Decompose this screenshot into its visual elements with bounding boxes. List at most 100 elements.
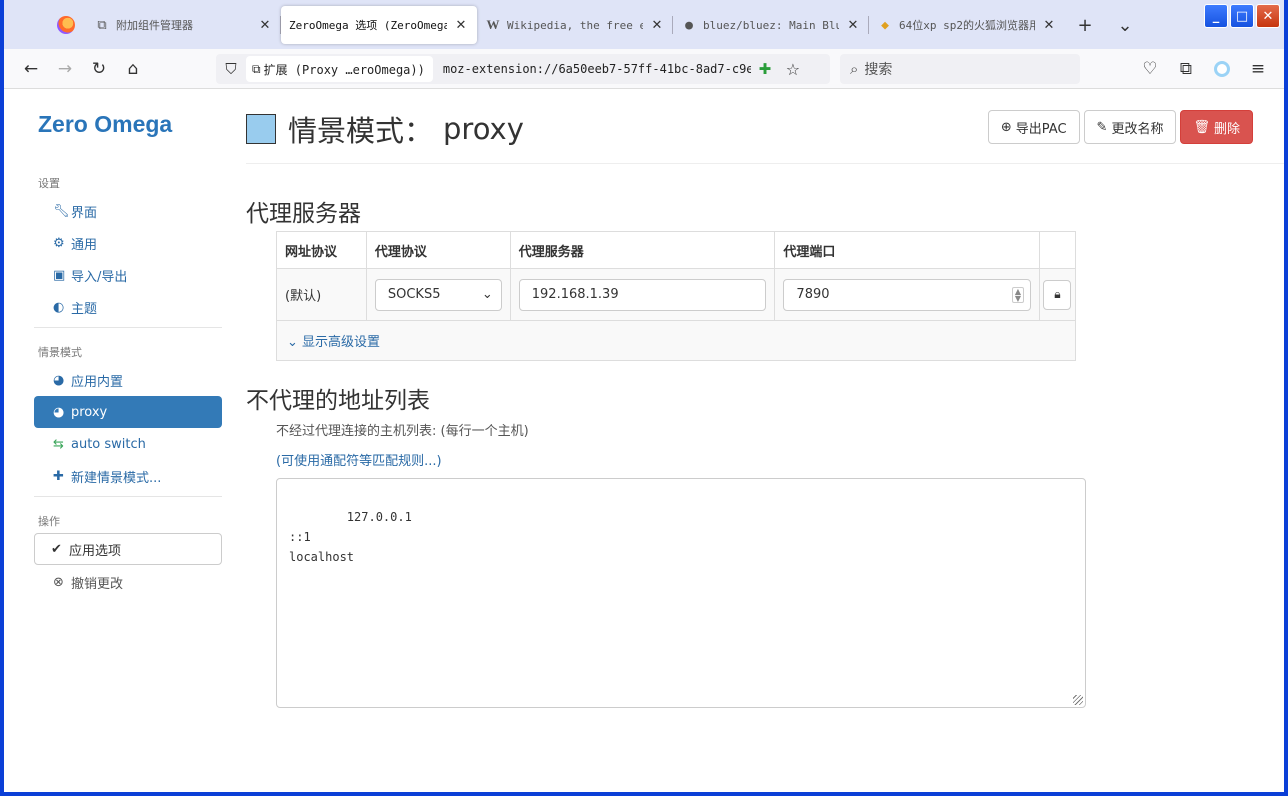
tab-title: ZeroOmega 选项 (ZeroOmega) (289, 19, 447, 32)
export-pac-label: 导出PAC (1015, 121, 1067, 137)
bypass-list-textarea[interactable]: 127.0.0.1 ::1 localhost (276, 478, 1086, 708)
protocol-cell: SOCKS5 ⌄ (365, 268, 511, 321)
table-header-row: 网址协议 代理协议 代理服务器 代理端口 (276, 231, 1077, 269)
apply-options-button[interactable]: ✔ 应用选项 (34, 533, 222, 565)
port-stepper-icon[interactable]: ▲ ▼ (1011, 286, 1024, 303)
hamburger-menu-icon[interactable]: ≡ (1240, 54, 1276, 84)
lock-icon[interactable]: 🔒︎ (1043, 279, 1072, 310)
header-divider (246, 163, 1284, 164)
brand-title[interactable]: Zero Omega (38, 111, 222, 147)
url-bar[interactable]: ⛉ ⧉ 扩展 (Proxy …eroOmega)) moz-extension:/… (216, 54, 830, 84)
server-input-value: 192.168.1.39 (531, 287, 619, 302)
tab-close-icon[interactable]: ✕ (257, 18, 273, 33)
url-text[interactable]: moz-extension://6a50eeb7-57ff-41bc-8ad7-… (443, 62, 751, 76)
navigation-bar: ← → ↻ ⌂ ⛉ ⧉ 扩展 (Proxy …eroOmega)) moz-ext… (4, 49, 1284, 89)
server-input[interactable]: 192.168.1.39 (518, 278, 767, 311)
pocket-icon[interactable]: ♡ (1132, 54, 1168, 84)
column-header: 代理服务器 (509, 231, 776, 269)
bypass-hint: 不经过代理连接的主机列表: (每行一个主机) (276, 424, 529, 439)
column-header: 代理协议 (365, 231, 511, 269)
sidebar-item-builtin[interactable]: ◕ 应用内置 (34, 364, 222, 396)
sidebar-item-proxy[interactable]: ◕ proxy (34, 396, 222, 428)
firefox-logo-icon (57, 15, 75, 34)
nav-divider (34, 496, 222, 497)
toolbar-right: ♡ ⧉ ≡ (1132, 54, 1276, 84)
sidebar-item-new-profile[interactable]: ✚ 新建情景模式... (34, 460, 222, 492)
tab-zeroomega-options[interactable]: ZeroOmega 选项 (ZeroOmega) ✕ (281, 6, 477, 44)
nav-header-profiles: 情景模式 (38, 346, 82, 359)
sidebar-item-label: 界面 (71, 205, 98, 221)
discard-changes-label: 撤销更改 (71, 576, 124, 592)
tab-close-icon[interactable]: ✕ (845, 18, 861, 33)
download-icon: ⊕ (1000, 119, 1012, 135)
close-window-icon[interactable]: ✕ (1256, 4, 1280, 28)
tab-github[interactable]: ● bluez/bluez: Main BlueZ ✕ (673, 6, 869, 44)
sidebar-item-theme[interactable]: ◐ 主题 (34, 291, 222, 323)
table-row: (默认) SOCKS5 ⌄ 192.168.1.39 7890 ▲ ▼ 🔒︎ (276, 268, 1077, 321)
advanced-cell: ⌄ 显示高级设置 (276, 320, 1076, 361)
gear-icon: ⚙ (53, 235, 65, 251)
back-arrow-icon[interactable]: ← (14, 54, 48, 84)
check-circle-icon: ✔ (51, 541, 62, 557)
sidebar-item-label: auto switch (71, 436, 146, 452)
port-input-value: 7890 (796, 287, 830, 302)
apply-options-label: 应用选项 (69, 543, 122, 559)
resize-grip-icon[interactable] (1073, 695, 1083, 705)
tab-fox-article[interactable]: ◆ 64位xp sp2的火狐浏览器用 ✕ (869, 6, 1065, 44)
tab-close-icon[interactable]: ✕ (453, 18, 469, 33)
extension-puzzle-icon[interactable]: ✚ (751, 60, 779, 78)
extensions-icon[interactable]: ⧉ (1168, 54, 1204, 84)
profile-color-swatch[interactable] (246, 114, 276, 144)
puzzle-icon: ⧉ (97, 17, 107, 33)
tab-title: 附加组件管理器 (116, 19, 193, 32)
search-placeholder: 搜索 (864, 62, 893, 78)
sidebar-item-general[interactable]: ⚙ 通用 (34, 227, 222, 259)
minimize-icon[interactable]: _ (1204, 4, 1228, 28)
tab-wikipedia[interactable]: W Wikipedia, the free enc ✕ (477, 6, 673, 44)
tab-close-icon[interactable]: ✕ (649, 18, 665, 33)
sidebar-item-label: 通用 (71, 237, 98, 253)
bypass-list-text: 127.0.0.1 ::1 localhost (289, 510, 412, 564)
browser-window: ⧉ 附加组件管理器 ✕ ZeroOmega 选项 (ZeroOmega) ✕ W… (0, 0, 1288, 796)
sidebar-item-label: 导入/导出 (71, 269, 128, 285)
zeroomega-ring-icon[interactable] (1204, 54, 1240, 84)
chevron-down-icon[interactable]: ⌄ (1105, 6, 1145, 44)
tab-addons[interactable]: ⧉ 附加组件管理器 ✕ (86, 6, 281, 44)
show-advanced-link[interactable]: ⌄ 显示高级设置 (287, 335, 380, 350)
bookmark-star-icon[interactable]: ☆ (779, 60, 807, 79)
sidebar-item-import-export[interactable]: ▣ 导入/导出 (34, 259, 222, 291)
extension-identity-chip[interactable]: ⧉ 扩展 (Proxy …eroOmega)) (246, 56, 433, 82)
protocol-select-value: SOCKS5 (387, 287, 441, 302)
show-advanced-label: 显示高级设置 (302, 335, 381, 350)
column-header-empty (1038, 231, 1077, 269)
forward-arrow-icon[interactable]: → (48, 54, 82, 84)
firefox-menu[interactable] (46, 0, 86, 49)
nav-header-settings: 设置 (38, 177, 60, 190)
wildcard-rules-link[interactable]: (可使用通配符等匹配规则...) (276, 450, 442, 469)
bypass-list-heading: 不代理的地址列表 (246, 388, 430, 414)
github-icon: ● (685, 17, 693, 33)
contrast-icon: ◐ (53, 299, 65, 315)
tab-title: 64位xp sp2的火狐浏览器用 (899, 19, 1035, 32)
nav-header-actions: 操作 (38, 515, 60, 528)
search-icon: ⌕ (850, 60, 859, 78)
delete-label: 删除 (1213, 121, 1240, 137)
home-icon[interactable]: ⌂ (116, 54, 150, 84)
delete-button[interactable]: 🗑︎ 删除 (1180, 110, 1253, 144)
new-tab-plus-icon[interactable]: + (1065, 6, 1105, 44)
reload-icon[interactable]: ↻ (82, 54, 116, 84)
tab-close-icon[interactable]: ✕ (1041, 18, 1057, 33)
export-pac-button[interactable]: ⊕ 导出PAC (987, 110, 1080, 144)
maximize-icon[interactable]: □ (1230, 4, 1254, 28)
discard-changes-button[interactable]: ⊗ 撤销更改 (34, 566, 222, 598)
search-bar[interactable]: ⌕ 搜索 (840, 54, 1080, 84)
port-input[interactable]: 7890 ▲ ▼ (783, 278, 1031, 311)
floppy-icon: ▣ (53, 267, 66, 283)
rename-button[interactable]: ✎ 更改名称 (1083, 110, 1177, 144)
sidebar-item-auto-switch[interactable]: ⇆ auto switch (34, 428, 222, 460)
sidebar-item-interface[interactable]: 🔧︎ 界面 (34, 195, 222, 227)
protocol-select[interactable]: SOCKS5 ⌄ (374, 278, 502, 311)
chevron-down-icon: ⌄ (287, 335, 298, 350)
proxy-servers-table: 网址协议 代理协议 代理服务器 代理端口 (默认) SOCKS5 ⌄ 192.1… (276, 231, 1077, 361)
shield-icon[interactable]: ⛉ (216, 60, 246, 78)
